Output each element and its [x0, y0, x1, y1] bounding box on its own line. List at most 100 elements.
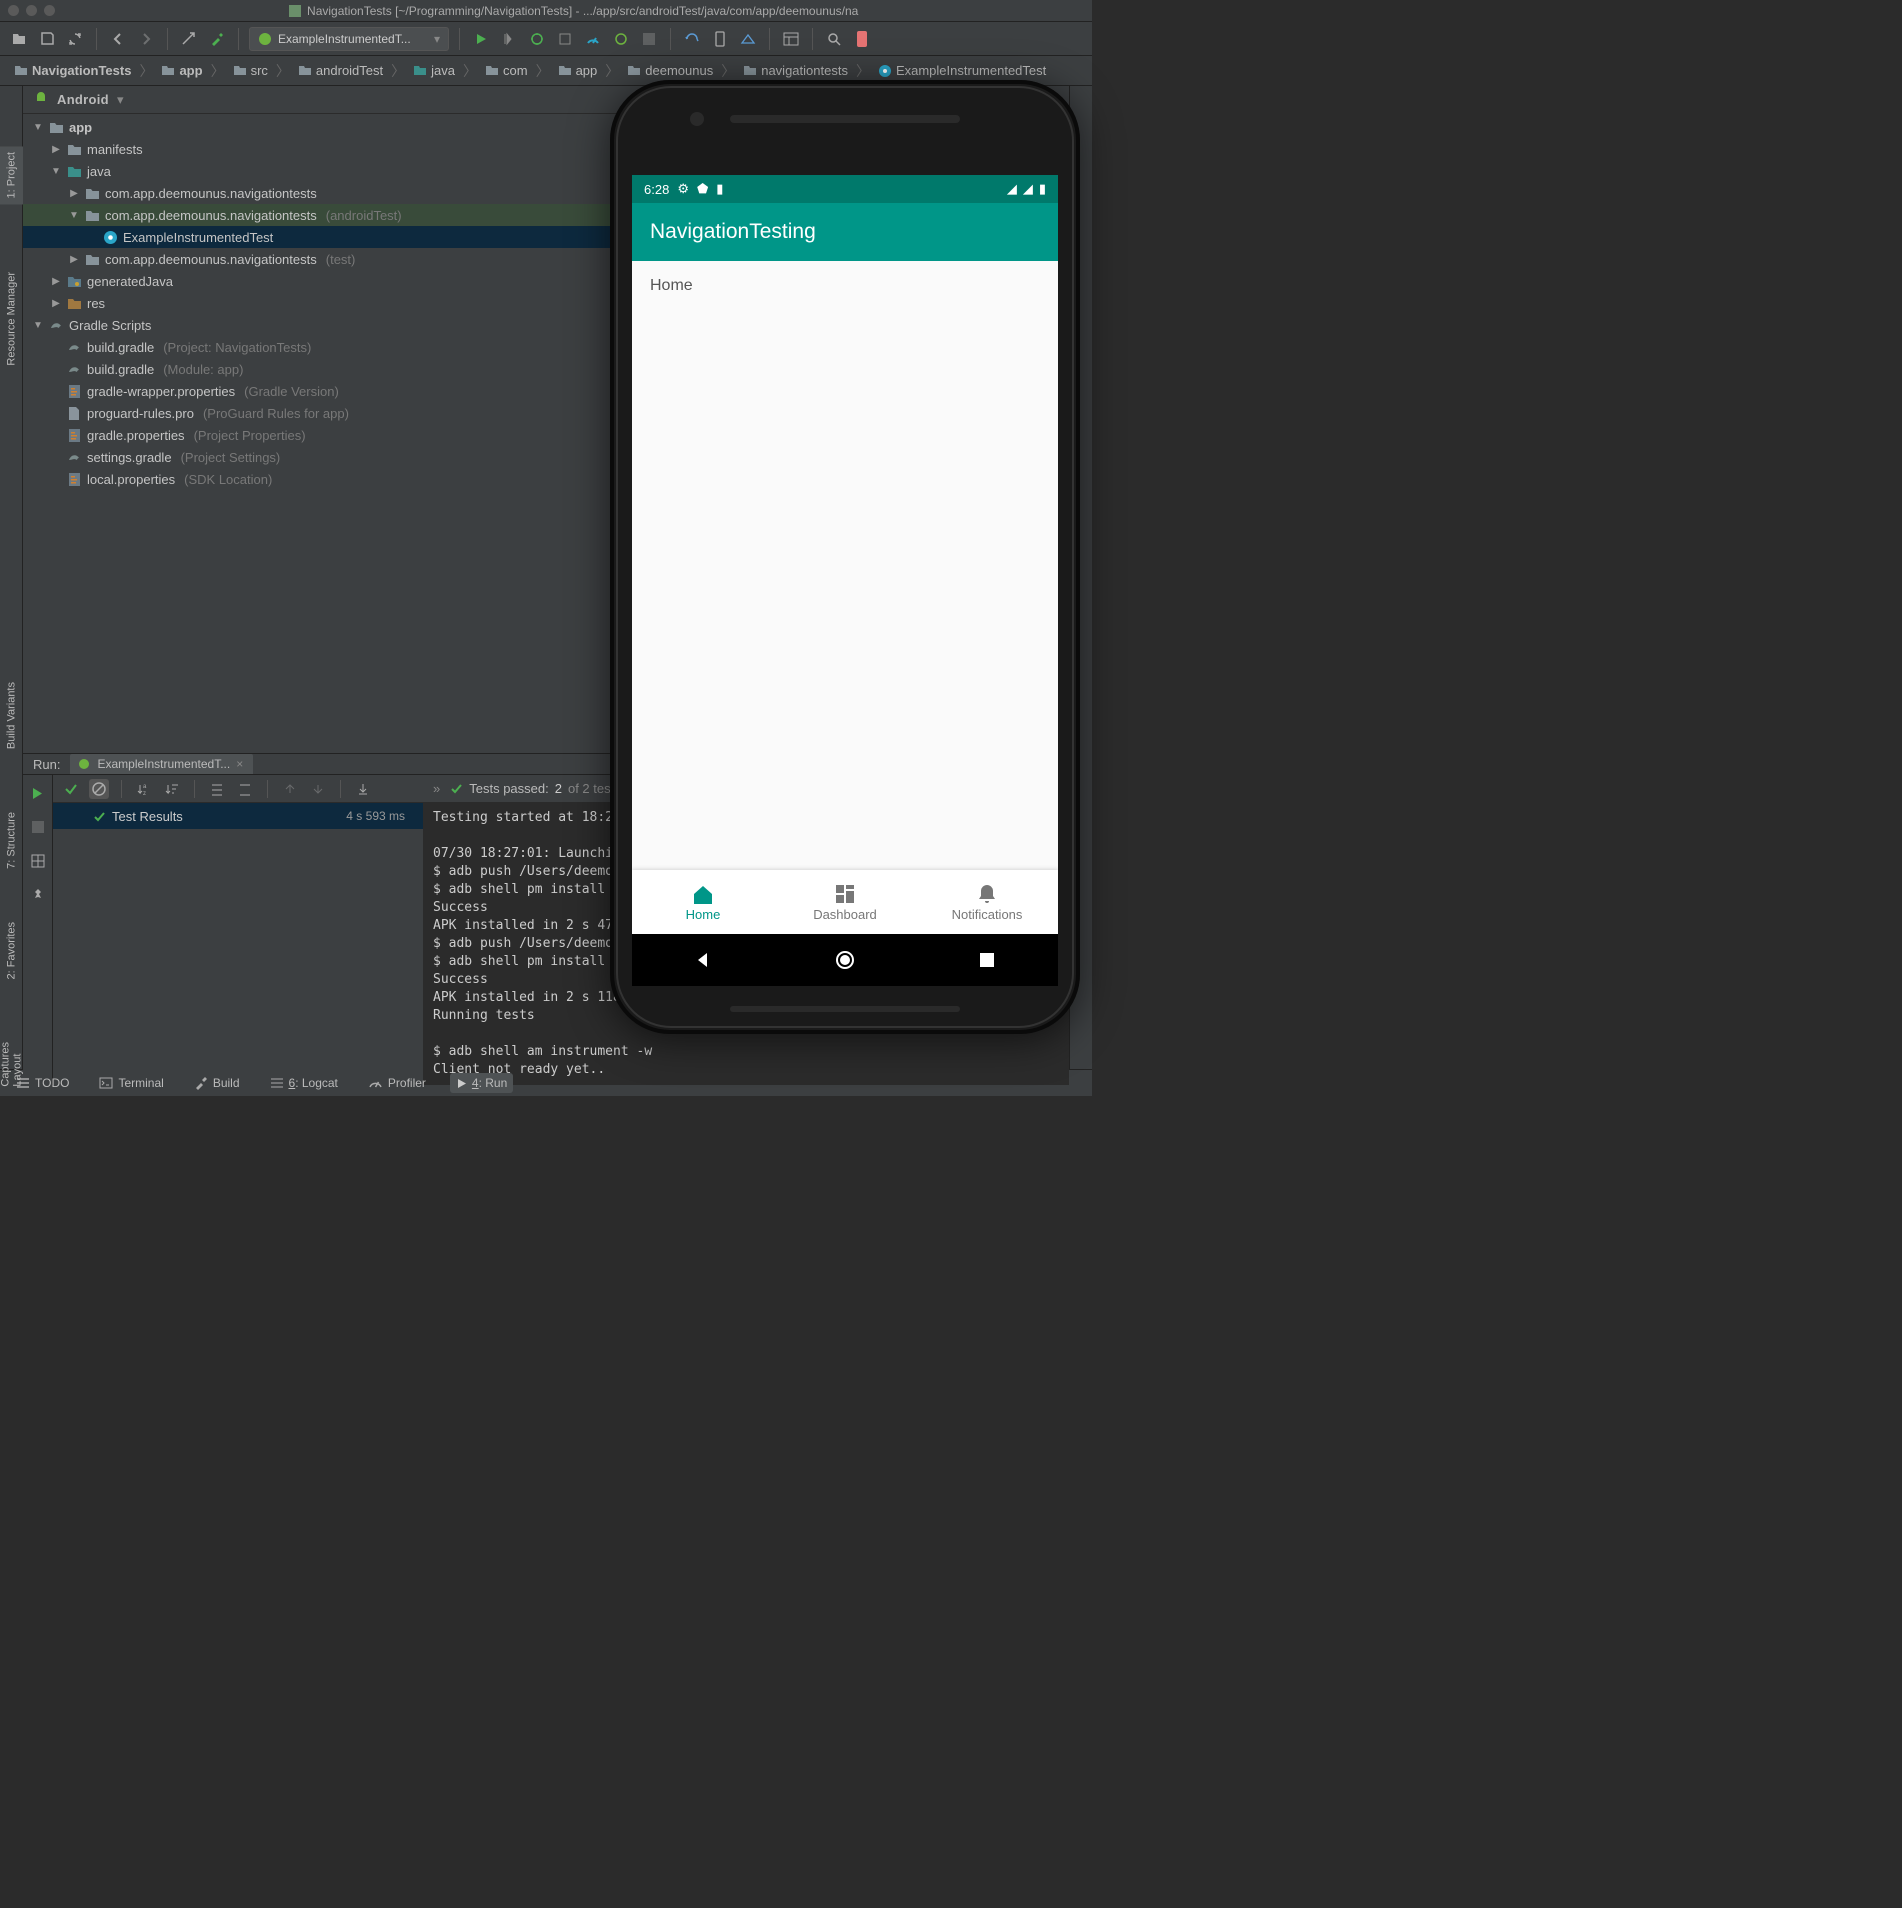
breadcrumb-item[interactable]: navigationtests: [739, 63, 852, 78]
test-duration: 4 s 593 ms: [346, 809, 413, 823]
console-output[interactable]: Testing started at 18:27 07/30 18:27:01:…: [423, 803, 1069, 1085]
sort-duration-icon[interactable]: [162, 779, 182, 799]
tree-row[interactable]: ▶res: [23, 292, 1069, 314]
sdk-manager-icon[interactable]: [737, 28, 759, 50]
back-icon[interactable]: [107, 28, 129, 50]
apply-changes-icon[interactable]: [498, 28, 520, 50]
tree-row[interactable]: ▶com.app.deemounus.navigationtests(test): [23, 248, 1069, 270]
breadcrumb-item[interactable]: NavigationTests: [10, 63, 135, 78]
tree-row[interactable]: ▶settings.gradle(Project Settings): [23, 446, 1069, 468]
breadcrumb-item[interactable]: ExampleInstrumentedTest: [874, 63, 1050, 78]
expand-all-icon[interactable]: [207, 779, 227, 799]
run-tab[interactable]: ExampleInstrumentedT... ×: [70, 754, 253, 774]
rerun-icon[interactable]: [28, 783, 48, 803]
breadcrumb-item[interactable]: app: [157, 63, 206, 78]
sync-gradle-icon[interactable]: [681, 28, 703, 50]
gear-icon[interactable]: [1011, 90, 1031, 110]
breadcrumb-item[interactable]: androidTest: [294, 63, 387, 78]
traffic-lights: [8, 5, 55, 16]
collapse-all-icon[interactable]: [235, 779, 255, 799]
side-tab[interactable]: 7: Structure: [0, 806, 23, 875]
side-tab[interactable]: Build Variants: [0, 676, 23, 755]
run-icon[interactable]: [470, 28, 492, 50]
forward-icon[interactable]: [135, 28, 157, 50]
side-tab[interactable]: Layout Captures: [0, 1036, 23, 1093]
side-tab[interactable]: 1: Project: [0, 146, 23, 204]
minimize-icon[interactable]: [1039, 90, 1059, 110]
export-icon[interactable]: [353, 779, 373, 799]
coverage-icon[interactable]: [554, 28, 576, 50]
hammer-icon[interactable]: [206, 28, 228, 50]
tree-row[interactable]: ▶gradle.properties(Project Properties): [23, 424, 1069, 446]
close-window-dot[interactable]: [8, 5, 19, 16]
project-structure-icon[interactable]: [780, 28, 802, 50]
breadcrumb-item[interactable]: src: [229, 63, 272, 78]
save-icon[interactable]: [36, 28, 58, 50]
side-tab[interactable]: Resource Manager: [0, 266, 23, 372]
tree-row[interactable]: ▼app: [23, 116, 1069, 138]
tree-row[interactable]: ▶manifests: [23, 138, 1069, 160]
tree-row[interactable]: ▼com.app.deemounus.navigationtests(andro…: [23, 204, 1069, 226]
bottom-tab[interactable]: Terminal: [93, 1073, 169, 1093]
avd-manager-icon[interactable]: [709, 28, 731, 50]
tree-row[interactable]: ▼java: [23, 160, 1069, 182]
tree-row[interactable]: ▶com.app.deemounus.navigationtests: [23, 182, 1069, 204]
breadcrumb-item[interactable]: com: [481, 63, 532, 78]
project-view-mode[interactable]: Android: [57, 92, 109, 107]
tree-row[interactable]: ▶build.gradle(Module: app): [23, 358, 1069, 380]
app-icon: [289, 5, 301, 17]
sort-alpha-icon[interactable]: az: [134, 779, 154, 799]
search-icon[interactable]: [823, 28, 845, 50]
tree-row[interactable]: ▶proguard-rules.pro(ProGuard Rules for a…: [23, 402, 1069, 424]
show-passed-icon[interactable]: [61, 779, 81, 799]
tree-row[interactable]: ▶local.properties(SDK Location): [23, 468, 1069, 490]
test-toolbar: az: [53, 775, 423, 803]
project-tree[interactable]: ▼app▶manifests▼java▶com.app.deemounus.na…: [23, 114, 1069, 753]
window-titlebar: NavigationTests [~/Programming/Navigatio…: [0, 0, 1092, 22]
sync-icon[interactable]: [64, 28, 86, 50]
run-tabs: Run: ExampleInstrumentedT... ×: [23, 754, 1069, 775]
collapse-icon[interactable]: [966, 90, 986, 110]
breadcrumb-item[interactable]: app: [554, 63, 602, 78]
profile-icon[interactable]: [582, 28, 604, 50]
run-side-gutter: [23, 775, 53, 1085]
bottom-tab[interactable]: 4: Run: [450, 1073, 513, 1093]
test-results-row[interactable]: Test Results 4 s 593 ms: [53, 803, 423, 829]
show-ignored-icon[interactable]: [89, 779, 109, 799]
debug-icon[interactable]: [526, 28, 548, 50]
attach-debugger-icon[interactable]: [610, 28, 632, 50]
breadcrumb-bar: NavigationTests〉app〉src〉androidTest〉java…: [0, 56, 1092, 86]
bottom-tab[interactable]: Build: [188, 1073, 246, 1093]
check-icon: [450, 782, 463, 795]
project-view-header: Android ▾: [23, 86, 1069, 114]
tree-row[interactable]: ▶gradle-wrapper.properties(Gradle Versio…: [23, 380, 1069, 402]
minimize-window-dot[interactable]: [26, 5, 37, 16]
android-robot-icon: [78, 758, 91, 771]
next-failed-icon[interactable]: [308, 779, 328, 799]
pin-icon[interactable]: [28, 885, 48, 905]
layout-icon[interactable]: [28, 851, 48, 871]
tree-row[interactable]: ▶build.gradle(Project: NavigationTests): [23, 336, 1069, 358]
open-icon[interactable]: [8, 28, 30, 50]
breadcrumb-item[interactable]: java: [409, 63, 459, 78]
run-config-dropdown[interactable]: ExampleInstrumentedT... ▾: [249, 27, 449, 51]
bottom-tab[interactable]: 6: Logcat: [264, 1073, 344, 1093]
prev-failed-icon[interactable]: [280, 779, 300, 799]
close-tab-icon[interactable]: ×: [236, 757, 243, 771]
bottom-tab[interactable]: Profiler: [362, 1073, 432, 1093]
stop-icon[interactable]: [638, 28, 660, 50]
target-icon[interactable]: [938, 90, 958, 110]
stop-icon[interactable]: [28, 817, 48, 837]
chevron-down-icon: ▾: [434, 32, 440, 46]
right-tool-gutter: [1069, 86, 1092, 1069]
device-icon[interactable]: [851, 28, 873, 50]
breadcrumb-item[interactable]: deemounus: [623, 63, 717, 78]
left-tool-gutter: 1: Project Resource Manager Build Variants…: [0, 86, 23, 1069]
window-title: NavigationTests [~/Programming/Navigatio…: [63, 4, 1084, 18]
zoom-window-dot[interactable]: [44, 5, 55, 16]
side-tab[interactable]: 2: Favorites: [0, 916, 23, 985]
build-icon[interactable]: [178, 28, 200, 50]
tree-row[interactable]: ▶ExampleInstrumentedTest: [23, 226, 1069, 248]
tree-row[interactable]: ▶generatedJava: [23, 270, 1069, 292]
tree-row[interactable]: ▼Gradle Scripts: [23, 314, 1069, 336]
